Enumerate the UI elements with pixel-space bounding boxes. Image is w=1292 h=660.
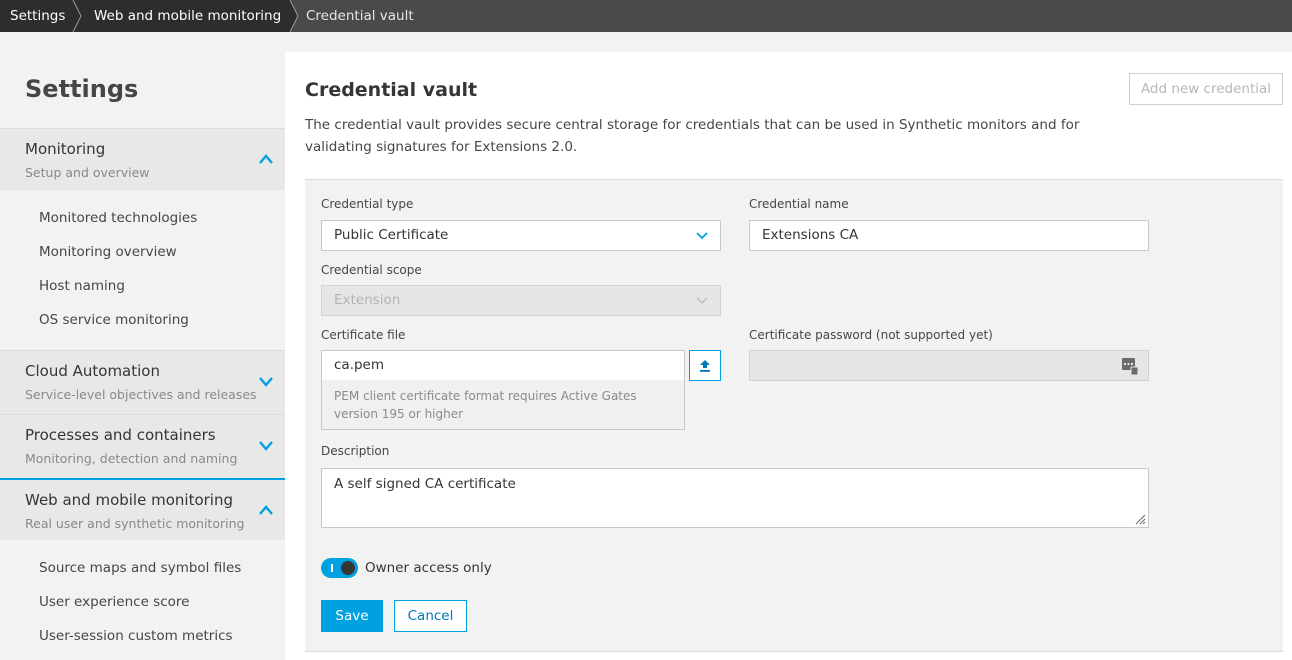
description-label: Description — [321, 444, 390, 458]
resize-grip-icon[interactable] — [1134, 513, 1146, 525]
section-subtitle: Real user and synthetic monitoring — [25, 516, 245, 531]
chevron-down-icon — [696, 297, 708, 305]
breadcrumb-web-and-mobile-monitoring[interactable]: Web and mobile monitoring — [72, 0, 290, 32]
description-value: A self signed CA certificate — [334, 476, 516, 492]
certificate-file-label: Certificate file — [321, 328, 406, 342]
chevron-up-icon[interactable] — [258, 504, 274, 516]
certificate-format-hint: PEM client certificate format requires A… — [321, 380, 685, 430]
sidebar-item-monitoring-overview[interactable]: Monitoring overview — [39, 244, 177, 260]
certificate-file-value: ca.pem — [334, 357, 385, 373]
chevron-right-icon — [72, 0, 86, 32]
certificate-file-input[interactable]: ca.pem — [321, 350, 685, 381]
sidebar-item-monitored-technologies[interactable]: Monitored technologies — [39, 210, 197, 226]
chevron-down-icon[interactable] — [258, 439, 274, 451]
sidebar-item-user-session-custom-metrics[interactable]: User-session custom metrics — [39, 628, 233, 644]
sidebar-section-monitoring[interactable]: Monitoring Setup and overview — [0, 128, 285, 190]
chevron-right-icon — [288, 0, 299, 32]
page-title: Credential vault — [305, 79, 478, 101]
toggle-on-indicator — [331, 564, 333, 572]
section-subtitle: Monitoring, detection and naming — [25, 451, 238, 466]
breadcrumb-settings[interactable]: Settings — [0, 0, 80, 32]
sidebar-item-os-service-monitoring[interactable]: OS service monitoring — [39, 312, 189, 328]
chevron-up-icon[interactable] — [258, 153, 274, 165]
credential-scope-value: Extension — [334, 292, 401, 308]
upload-icon — [700, 360, 710, 372]
credential-name-input[interactable]: Extensions CA — [749, 220, 1149, 251]
sidebar-item-source-maps[interactable]: Source maps and symbol files — [39, 560, 241, 576]
credential-form: Credential type Public Certificate Crede… — [305, 179, 1283, 652]
add-new-credential-button[interactable]: Add new credential — [1129, 73, 1283, 105]
toggle-knob — [341, 561, 355, 575]
password-generator-icon — [1122, 358, 1138, 375]
main-content: Credential vault Add new credential The … — [285, 52, 1292, 660]
section-title: Monitoring — [25, 140, 106, 158]
owner-access-label: Owner access only — [365, 560, 492, 576]
section-subtitle: Service-level objectives and releases — [25, 387, 257, 402]
sidebar-section-processes-and-containers[interactable]: Processes and containers Monitoring, det… — [0, 414, 285, 478]
save-button[interactable]: Save — [321, 600, 383, 632]
sidebar-section-cloud-automation[interactable]: Cloud Automation Service-level objective… — [0, 350, 285, 414]
sidebar-item-host-naming[interactable]: Host naming — [39, 278, 125, 294]
credential-scope-select: Extension — [321, 285, 721, 316]
description-textarea[interactable]: A self signed CA certificate — [321, 468, 1149, 528]
sidebar-title: Settings — [25, 75, 139, 103]
credential-type-label: Credential type — [321, 197, 414, 211]
chevron-down-icon[interactable] — [258, 375, 274, 387]
sidebar-section-web-and-mobile-monitoring[interactable]: Web and mobile monitoring Real user and … — [0, 478, 285, 540]
breadcrumb: Settings Web and mobile monitoring Crede… — [0, 0, 1292, 32]
page-description: The credential vault provides secure cen… — [305, 117, 1080, 155]
cancel-button[interactable]: Cancel — [394, 600, 467, 632]
credential-scope-label: Credential scope — [321, 263, 422, 277]
sidebar-item-user-experience-score[interactable]: User experience score — [39, 594, 189, 610]
section-subtitle: Setup and overview — [25, 165, 150, 180]
credential-type-select[interactable]: Public Certificate — [321, 220, 721, 251]
section-title: Cloud Automation — [25, 362, 160, 380]
section-title: Web and mobile monitoring — [25, 491, 233, 509]
settings-sidebar: Settings Monitoring Setup and overview M… — [0, 52, 285, 660]
credential-name-label: Credential name — [749, 197, 849, 211]
credential-name-value: Extensions CA — [762, 227, 859, 243]
upload-file-button[interactable] — [689, 350, 721, 381]
breadcrumb-credential-vault: Credential vault — [306, 8, 414, 24]
credential-type-value: Public Certificate — [334, 227, 449, 243]
chevron-down-icon — [696, 232, 708, 240]
section-title: Processes and containers — [25, 426, 216, 444]
certificate-password-label: Certificate password (not supported yet) — [749, 328, 993, 342]
owner-access-toggle[interactable] — [321, 558, 358, 578]
certificate-password-input — [749, 350, 1149, 381]
